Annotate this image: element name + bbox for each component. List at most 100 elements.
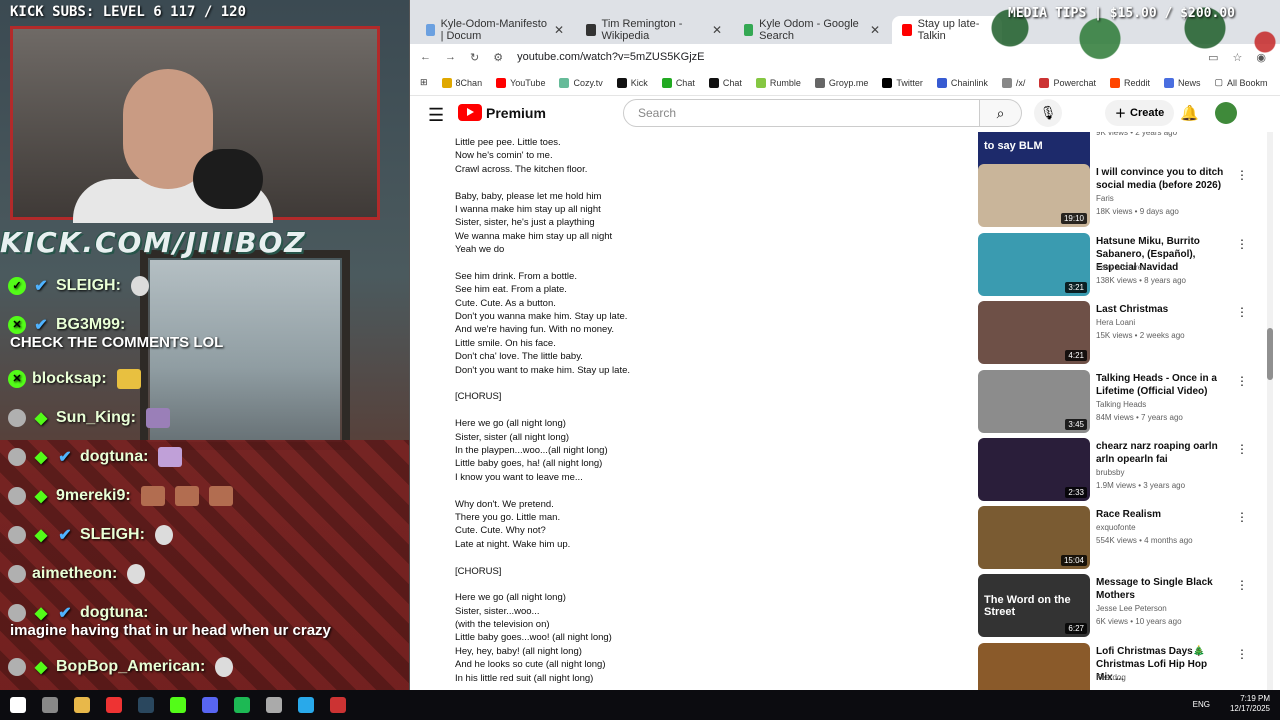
bookmark-item[interactable]: YouTube xyxy=(496,77,545,88)
chrome-icon[interactable] xyxy=(106,697,122,713)
related-video[interactable]: 3:45 Talking Heads - Once in a Lifetime (… xyxy=(978,370,1258,434)
related-video[interactable]: Lofi Christmas Days🎄 Christmas Lofi Hip … xyxy=(978,643,1258,690)
bookmark-item[interactable]: Groyp.me xyxy=(814,77,868,88)
more-options-icon[interactable]: ⋮ xyxy=(1236,168,1248,182)
video-thumbnail[interactable]: 15:04 xyxy=(978,506,1090,569)
language-indicator[interactable]: ENG xyxy=(1193,700,1210,709)
bookmark-item[interactable]: Chat xyxy=(708,77,742,88)
create-button[interactable]: ＋ Create xyxy=(1105,100,1175,126)
video-thumbnail[interactable]: 19:10 xyxy=(978,164,1090,227)
more-options-icon[interactable]: ⋮ xyxy=(1236,237,1248,251)
tab-label: Kyle Odom - Google Search xyxy=(759,18,859,42)
video-title[interactable]: Race Realism xyxy=(1096,508,1226,521)
notifications-bell-icon[interactable]: 🔔 xyxy=(1180,104,1199,122)
channel-name[interactable]: exquofonte xyxy=(1096,523,1136,532)
video-title[interactable]: I will convince you to ditch social medi… xyxy=(1096,166,1226,192)
lyric-line: Sister, sister...woo... xyxy=(455,605,540,617)
bookmark-item[interactable]: News xyxy=(1163,77,1201,88)
file-explorer-icon[interactable] xyxy=(74,697,90,713)
more-options-icon[interactable]: ⋮ xyxy=(1236,305,1248,319)
scrollbar[interactable] xyxy=(1267,132,1273,690)
bookmark-item[interactable]: Chat xyxy=(661,77,695,88)
youtube-logo[interactable]: Premium xyxy=(458,104,546,121)
related-video[interactable]: 3:21 Hatsune Miku, Burrito Sabanero, (Esp… xyxy=(978,233,1258,297)
channel-name[interactable]: Hera Loani xyxy=(1096,318,1135,327)
tab-google-search[interactable]: Kyle Odom - Google Search ✕ xyxy=(734,16,890,44)
channel-name[interactable]: Fairy Mixtures xyxy=(1096,263,1146,272)
steam-icon[interactable] xyxy=(138,697,154,713)
avatar-icon xyxy=(8,486,26,505)
bookmark-item[interactable]: Kick xyxy=(616,77,648,88)
bookmark-item[interactable]: 8Chan xyxy=(441,77,482,88)
video-thumbnail[interactable] xyxy=(978,643,1090,690)
lyric-line xyxy=(455,404,815,417)
channel-name[interactable]: Feardog xyxy=(1096,673,1126,682)
forward-icon[interactable]: → xyxy=(445,51,456,63)
bookmark-item[interactable]: Chainlink xyxy=(936,77,988,88)
back-icon[interactable]: ← xyxy=(420,51,431,63)
video-title[interactable]: Talking Heads - Once in a Lifetime (Offi… xyxy=(1096,372,1226,398)
video-title[interactable]: chearz narz roaping oarln arln opearln f… xyxy=(1096,440,1226,466)
bookmark-item[interactable]: Powerchat xyxy=(1039,77,1096,88)
bookmark-item[interactable]: Cozy.tv xyxy=(559,77,603,88)
scrollbar-thumb[interactable] xyxy=(1267,328,1273,380)
apps-icon[interactable]: ⊞ xyxy=(420,77,428,88)
task-view-icon[interactable] xyxy=(42,697,58,713)
video-duration: 3:21 xyxy=(1065,282,1087,293)
tab-wikipedia[interactable]: Tim Remington - Wikipedia ✕ xyxy=(576,16,732,44)
spotify-icon[interactable] xyxy=(234,697,250,713)
related-video[interactable]: The Word on the Street 6:27 Message to Sin… xyxy=(978,574,1258,638)
site-info-icon[interactable]: ⚙ xyxy=(493,51,503,64)
microphone-icon[interactable]: 🎙 xyxy=(1034,99,1062,127)
channel-name[interactable]: Faris xyxy=(1096,194,1114,203)
kick-app-icon[interactable] xyxy=(170,697,186,713)
lyric-line: Sister, sister (all night long) xyxy=(455,431,570,443)
app-icon[interactable] xyxy=(266,697,282,713)
video-thumbnail[interactable]: 3:45 xyxy=(978,370,1090,433)
avatar[interactable] xyxy=(1215,102,1237,124)
bookmark-item[interactable]: Twitter xyxy=(882,77,923,88)
video-thumbnail[interactable]: The Word on the Street 6:27 xyxy=(978,574,1090,637)
app-icon[interactable] xyxy=(330,697,346,713)
chat-username: BG3M99: xyxy=(56,315,126,333)
more-options-icon[interactable]: ⋮ xyxy=(1236,442,1248,456)
bookmark-item[interactable]: Rumble xyxy=(755,77,801,88)
channel-name[interactable]: brubsby xyxy=(1096,468,1124,477)
url-field[interactable]: youtube.com/watch?v=5mZUS5KGjzE xyxy=(517,51,704,63)
related-video[interactable]: 19:10 I will convince you to ditch social… xyxy=(978,164,1258,228)
more-options-icon[interactable]: ⋮ xyxy=(1236,374,1248,388)
bookmark-item[interactable]: Reddit xyxy=(1109,77,1150,88)
more-options-icon[interactable]: ⋮ xyxy=(1236,510,1248,524)
clock[interactable]: 7:19 PM 12/17/2025 xyxy=(1230,694,1270,714)
bookmark-item[interactable]: /x/ xyxy=(1001,77,1025,88)
telegram-icon[interactable] xyxy=(298,697,314,713)
bookmark-icon xyxy=(882,77,893,88)
emote-icon xyxy=(158,446,183,467)
video-title[interactable]: Last Christmas xyxy=(1096,303,1226,316)
related-video[interactable]: 15:04 Race Realism exquofonte 554K views • … xyxy=(978,506,1258,570)
close-tab-icon[interactable]: ✕ xyxy=(870,23,880,37)
channel-name[interactable]: Jesse Lee Peterson xyxy=(1096,604,1167,613)
channel-name[interactable]: Talking Heads xyxy=(1096,400,1146,409)
video-thumbnail[interactable]: 2:33 xyxy=(978,438,1090,501)
windows-start-icon[interactable] xyxy=(10,697,26,713)
all-bookmarks[interactable]: ▢ All Bookm xyxy=(1215,77,1268,88)
more-options-icon[interactable]: ⋮ xyxy=(1236,578,1248,592)
related-video[interactable]: 4:21 Last Christmas Hera Loani 15K views • … xyxy=(978,301,1258,365)
video-thumbnail[interactable]: 3:21 xyxy=(978,233,1090,296)
lyric-line: Little pee pee. Little toes. xyxy=(455,137,561,148)
more-options-icon[interactable]: ⋮ xyxy=(1236,647,1248,661)
related-video[interactable]: 2:33 chearz narz roaping oarln arln opear… xyxy=(978,438,1258,502)
video-duration: 15:04 xyxy=(1060,555,1087,566)
video-thumbnail[interactable]: 4:21 xyxy=(978,301,1090,364)
folder-icon: ▢ xyxy=(1214,77,1224,87)
reload-icon[interactable]: ↻ xyxy=(470,51,479,64)
discord-icon[interactable] xyxy=(202,697,218,713)
search-icon[interactable]: ⌕ xyxy=(980,99,1022,127)
tab-manifesto[interactable]: Kyle-Odom-Manifesto | Docum ✕ xyxy=(416,16,574,44)
menu-icon[interactable]: ☰ xyxy=(428,105,444,126)
search-input[interactable]: Search xyxy=(623,99,980,127)
video-title[interactable]: Message to Single Black Mothers xyxy=(1096,576,1226,602)
close-tab-icon[interactable]: ✕ xyxy=(554,23,564,37)
close-tab-icon[interactable]: ✕ xyxy=(712,23,722,37)
